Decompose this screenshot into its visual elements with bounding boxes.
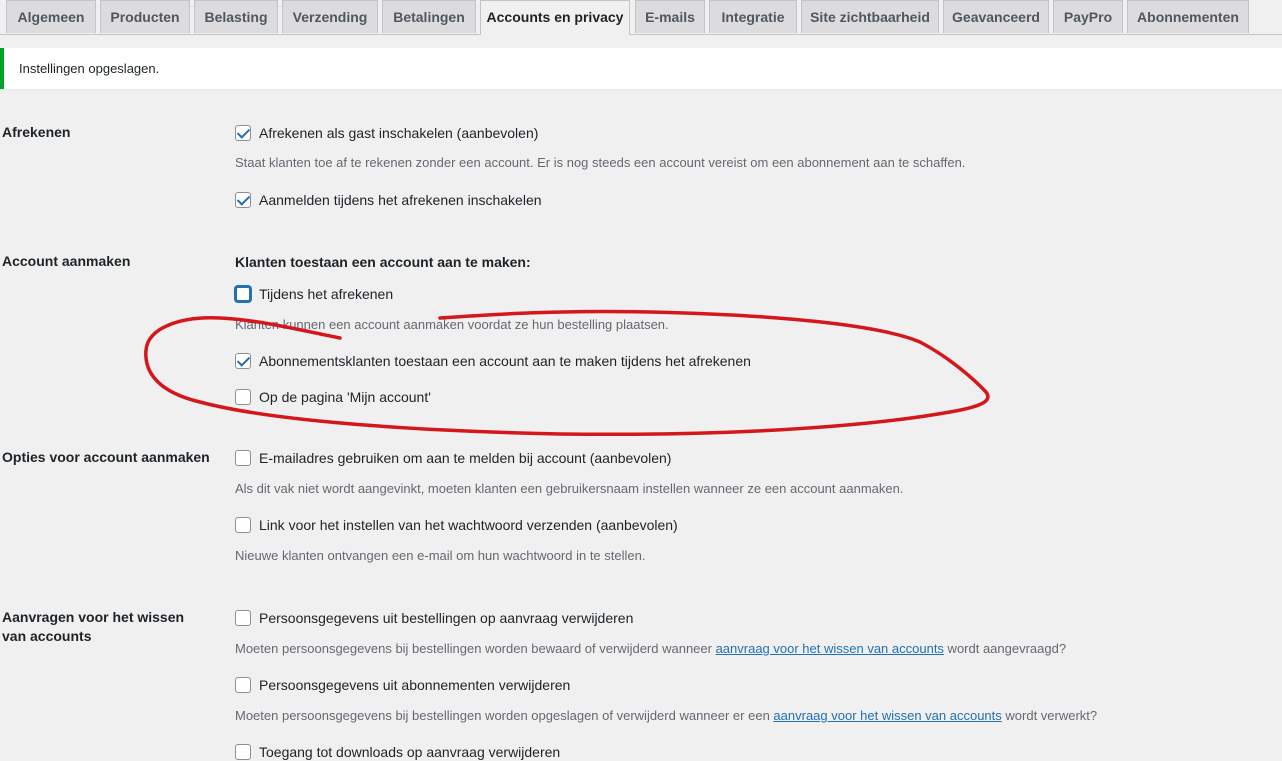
erase-subscriptions-label[interactable]: Persoonsgegevens uit abonnementen verwij… — [259, 676, 570, 694]
tab-integratie[interactable]: Integratie — [709, 0, 797, 33]
settings-tabs: Algemeen Producten Belasting Verzending … — [0, 0, 1282, 35]
during-checkout-description: Klanten kunnen een account aanmaken voor… — [235, 317, 669, 332]
password-link-label[interactable]: Link voor het instellen van het wachtwoo… — [259, 516, 678, 534]
erase-orders-checkbox[interactable] — [235, 610, 251, 626]
tab-e-mails[interactable]: E-mails — [635, 0, 705, 33]
tab-accounts-en-privacy[interactable]: Accounts en privacy — [480, 0, 630, 35]
tab-producten[interactable]: Producten — [100, 0, 190, 33]
success-notice: Instellingen opgeslagen. — [0, 48, 1282, 89]
my-account-page-label[interactable]: Op de pagina 'Mijn account' — [259, 388, 431, 406]
guest-checkout-description: Staat klanten toe af te rekenen zonder e… — [235, 155, 966, 170]
tab-abonnementen[interactable]: Abonnementen — [1127, 0, 1249, 33]
email-username-description: Als dit vak niet wordt aangevinkt, moete… — [235, 481, 904, 496]
login-checkout-label[interactable]: Aanmelden tijdens het afrekenen inschake… — [259, 191, 542, 209]
erase-subscriptions-desc-text: Moeten persoonsgegevens bij bestellingen… — [235, 708, 774, 723]
tab-site-zichtbaarheid[interactable]: Site zichtbaarheid — [801, 0, 939, 33]
tab-betalingen[interactable]: Betalingen — [382, 0, 476, 33]
checkout-label: Afrekenen — [2, 124, 71, 140]
account-options-label: Opties voor account aanmaken — [2, 449, 210, 465]
erase-orders-desc-suffix: wordt aangevraagd? — [943, 641, 1067, 656]
notice-text: Instellingen opgeslagen. — [19, 61, 160, 76]
erase-subscriptions-description: Moeten persoonsgegevens bij bestellingen… — [235, 707, 1097, 725]
tab-geavanceerd[interactable]: Geavanceerd — [943, 0, 1049, 33]
erasure-request-link[interactable]: aanvraag voor het wissen van accounts — [716, 641, 944, 656]
tab-paypro[interactable]: PayPro — [1053, 0, 1123, 33]
account-creation-label: Account aanmaken — [2, 253, 131, 269]
subscription-account-checkbox[interactable] — [235, 353, 251, 369]
subscription-account-label[interactable]: Abonnementsklanten toestaan een account … — [259, 352, 751, 370]
my-account-page-checkbox[interactable] — [235, 389, 251, 405]
erase-orders-description: Moeten persoonsgegevens bij bestellingen… — [235, 640, 1066, 658]
tab-verzending[interactable]: Verzending — [282, 0, 378, 33]
login-checkout-checkbox[interactable] — [235, 192, 251, 208]
email-username-checkbox[interactable] — [235, 450, 251, 466]
erasure-request-link[interactable]: aanvraag voor het wissen van accounts — [773, 708, 1001, 723]
erase-subscriptions-checkbox[interactable] — [235, 677, 251, 693]
password-link-checkbox[interactable] — [235, 517, 251, 533]
guest-checkout-checkbox[interactable] — [235, 125, 251, 141]
erase-downloads-checkbox[interactable] — [235, 744, 251, 760]
erase-downloads-label[interactable]: Toegang tot downloads op aanvraag verwij… — [259, 743, 560, 761]
tab-algemeen[interactable]: Algemeen — [6, 0, 96, 33]
tab-belasting[interactable]: Belasting — [194, 0, 278, 33]
guest-checkout-label[interactable]: Afrekenen als gast inschakelen (aanbevol… — [259, 124, 538, 142]
password-link-description: Nieuwe klanten ontvangen een e-mail om h… — [235, 548, 646, 563]
email-username-label[interactable]: E-mailadres gebruiken om aan te melden b… — [259, 449, 671, 467]
erase-orders-label[interactable]: Persoonsgegevens uit bestellingen op aan… — [259, 609, 633, 627]
erase-orders-desc-text: Moeten persoonsgegevens bij bestellingen… — [235, 641, 716, 656]
during-checkout-checkbox[interactable] — [235, 286, 251, 302]
erasure-label: Aanvragen voor het wissen van accounts — [2, 609, 185, 644]
during-checkout-label[interactable]: Tijdens het afrekenen — [259, 285, 393, 303]
erase-subscriptions-desc-suffix: wordt verwerkt? — [1001, 708, 1098, 723]
account-creation-heading: Klanten toestaan een account aan te make… — [235, 254, 531, 270]
